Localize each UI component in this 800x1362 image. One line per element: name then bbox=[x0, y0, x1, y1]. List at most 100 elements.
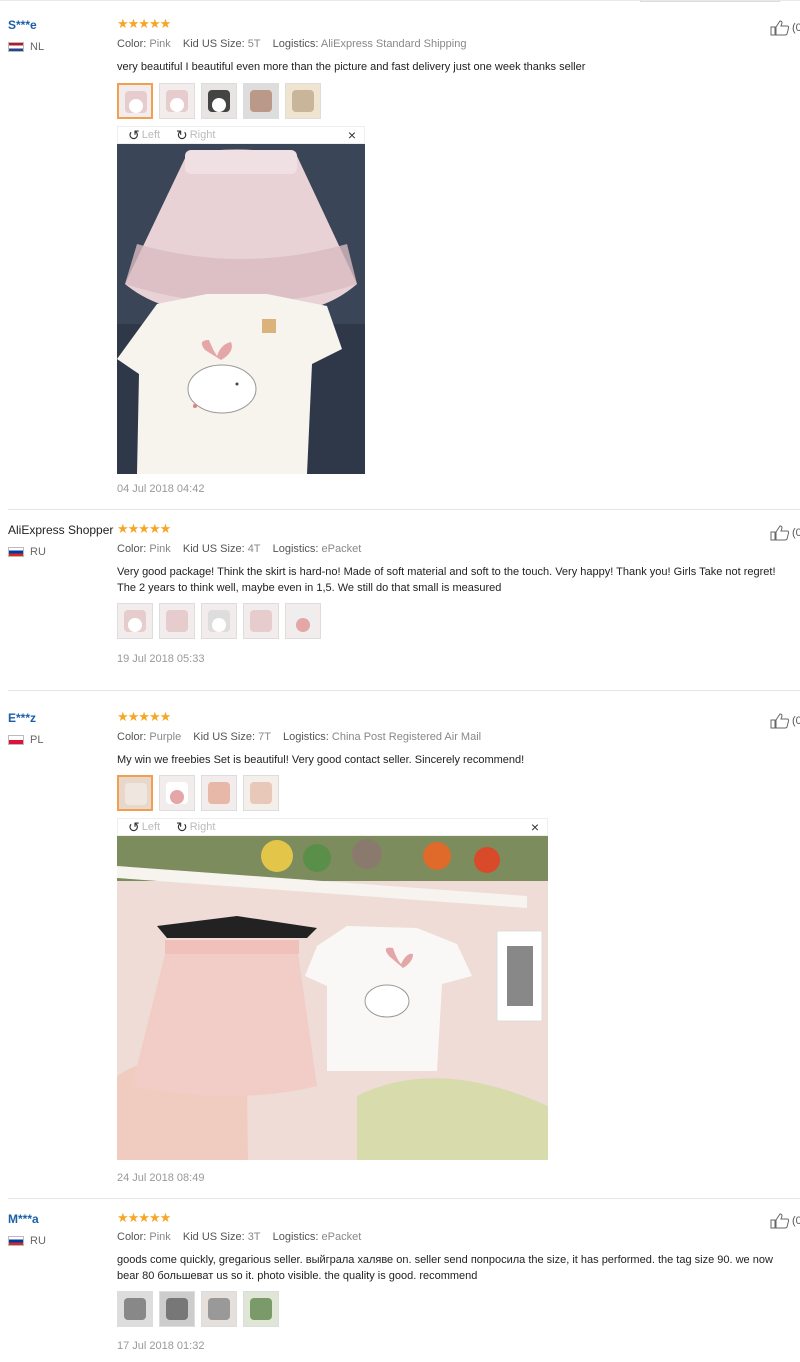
logistics-value: ePacket bbox=[321, 1231, 362, 1243]
close-viewer-button[interactable]: × bbox=[348, 127, 356, 143]
reviewer-country: RU bbox=[8, 1235, 46, 1247]
review-date: 17 Jul 2018 01:32 bbox=[117, 1340, 205, 1352]
like-count: (0 bbox=[792, 1215, 800, 1227]
logistics-key: Logistics: bbox=[282, 731, 329, 743]
size-value: 4T bbox=[247, 543, 261, 555]
review-date: 19 Jul 2018 05:33 bbox=[117, 653, 205, 665]
rotate-right-label: Right bbox=[189, 129, 216, 141]
logistics-key: Logistics: bbox=[272, 543, 319, 555]
rotate-right-icon: ↻ bbox=[176, 819, 188, 835]
photo-thumbnail[interactable] bbox=[201, 1291, 237, 1327]
flag-pl-icon bbox=[8, 735, 24, 745]
like-count: (0 bbox=[792, 22, 800, 34]
rotate-left-button[interactable]: ↺ Left bbox=[128, 820, 160, 834]
logistics-key: Logistics: bbox=[272, 1231, 319, 1243]
reviewer-name[interactable]: E***z bbox=[8, 711, 36, 725]
size-key: Kid US Size: bbox=[182, 38, 245, 50]
reviewer-name: AliExpress Shopper bbox=[8, 523, 114, 537]
rating-stars: ★★★★★ bbox=[117, 16, 171, 31]
photo-thumbnail[interactable] bbox=[285, 83, 321, 119]
image-viewer-toolbar: ↺ Left ↻ Right × bbox=[117, 126, 365, 144]
size-value: 5T bbox=[247, 38, 261, 50]
review-date: 24 Jul 2018 08:49 bbox=[117, 1172, 205, 1184]
flag-ru-icon bbox=[8, 1236, 24, 1246]
photo-skirt-tshirt bbox=[117, 144, 365, 474]
color-value: Pink bbox=[149, 543, 171, 555]
like-button[interactable]: (0 bbox=[770, 20, 800, 36]
photo-thumbnail[interactable] bbox=[243, 775, 279, 811]
like-count: (0 bbox=[792, 527, 800, 539]
rotate-right-button[interactable]: ↻ Right bbox=[176, 820, 215, 834]
photo-thumbnails bbox=[117, 1291, 279, 1327]
close-viewer-button[interactable]: × bbox=[531, 819, 539, 835]
logistics-value: AliExpress Standard Shipping bbox=[320, 38, 467, 50]
review-text: Very good package! Think the skirt is ha… bbox=[117, 566, 776, 594]
rotate-right-button[interactable]: ↻ Right bbox=[176, 128, 215, 142]
photo-thumbnail[interactable] bbox=[117, 83, 153, 119]
photo-thumbnails bbox=[117, 775, 279, 811]
reviewer-country: RU bbox=[8, 546, 46, 558]
thumbs-up-icon bbox=[770, 20, 790, 36]
photo-thumbnail[interactable] bbox=[117, 775, 153, 811]
photo-thumbnail[interactable] bbox=[243, 83, 279, 119]
photo-thumbnails bbox=[117, 83, 321, 119]
flag-ru-icon bbox=[8, 547, 24, 557]
reviewer-country: PL bbox=[8, 734, 43, 746]
photo-thumbnail[interactable] bbox=[117, 603, 153, 639]
review-date: 04 Jul 2018 04:42 bbox=[117, 483, 205, 495]
rotate-left-label: Left bbox=[141, 821, 161, 833]
rotate-right-label: Right bbox=[189, 821, 216, 833]
color-key: Color: bbox=[117, 38, 147, 50]
logistics-key: Logistics: bbox=[272, 38, 319, 50]
order-attributes: Color: Pink Kid US Size: 4T Logistics: e… bbox=[117, 543, 361, 555]
logistics-value: ePacket bbox=[321, 543, 362, 555]
review-text: very beautiful I beautiful even more tha… bbox=[117, 61, 586, 73]
rotate-left-icon: ↺ bbox=[128, 127, 140, 143]
photo-thumbnail[interactable] bbox=[117, 1291, 153, 1327]
photo-thumbnail[interactable] bbox=[285, 603, 321, 639]
thumbs-up-icon bbox=[770, 713, 790, 729]
like-count: (0 bbox=[792, 715, 800, 727]
reviewer-name[interactable]: S***e bbox=[8, 18, 37, 32]
review-divider bbox=[8, 509, 800, 510]
review-photo-large[interactable] bbox=[117, 836, 548, 1160]
order-attributes: Color: Pink Kid US Size: 3T Logistics: e… bbox=[117, 1231, 361, 1243]
rotate-left-button[interactable]: ↺ Left bbox=[128, 128, 160, 142]
size-key: Kid US Size: bbox=[182, 543, 245, 555]
review-text: goods come quickly, gregarious seller. в… bbox=[117, 1254, 773, 1282]
rotate-left-icon: ↺ bbox=[128, 819, 140, 835]
reviewer-name[interactable]: M***a bbox=[8, 1212, 39, 1226]
review-divider bbox=[8, 690, 800, 691]
rating-stars: ★★★★★ bbox=[117, 521, 171, 536]
size-key: Kid US Size: bbox=[193, 731, 256, 743]
review-photo-large[interactable] bbox=[117, 144, 365, 474]
country-code: RU bbox=[30, 1235, 46, 1247]
like-button[interactable]: (0 bbox=[770, 713, 800, 729]
like-button[interactable]: (0 bbox=[770, 525, 800, 541]
logistics-value: China Post Registered Air Mail bbox=[331, 731, 482, 743]
rotate-left-label: Left bbox=[141, 129, 161, 141]
photo-thumbnail[interactable] bbox=[201, 603, 237, 639]
rotate-right-icon: ↻ bbox=[176, 127, 188, 143]
top-control-edge bbox=[640, 0, 780, 2]
photo-thumbnail[interactable] bbox=[159, 775, 195, 811]
photo-thumbnail[interactable] bbox=[159, 1291, 195, 1327]
thumbs-up-icon bbox=[770, 1213, 790, 1229]
country-code: RU bbox=[30, 546, 46, 558]
photo-thumbnail[interactable] bbox=[243, 1291, 279, 1327]
review-text: My win we freebies Set is beautiful! Ver… bbox=[117, 754, 525, 766]
photo-thumbnail[interactable] bbox=[201, 775, 237, 811]
country-code: NL bbox=[30, 41, 45, 53]
flag-nl-icon bbox=[8, 42, 24, 52]
color-value: Pink bbox=[149, 1231, 171, 1243]
photo-clothes-on-hangers bbox=[117, 836, 548, 1160]
thumbs-up-icon bbox=[770, 525, 790, 541]
size-value: 3T bbox=[247, 1231, 261, 1243]
photo-thumbnail[interactable] bbox=[159, 83, 195, 119]
like-button[interactable]: (0 bbox=[770, 1213, 800, 1229]
rating-stars: ★★★★★ bbox=[117, 1210, 171, 1225]
rating-stars: ★★★★★ bbox=[117, 709, 171, 724]
photo-thumbnail[interactable] bbox=[201, 83, 237, 119]
photo-thumbnail[interactable] bbox=[243, 603, 279, 639]
photo-thumbnail[interactable] bbox=[159, 603, 195, 639]
